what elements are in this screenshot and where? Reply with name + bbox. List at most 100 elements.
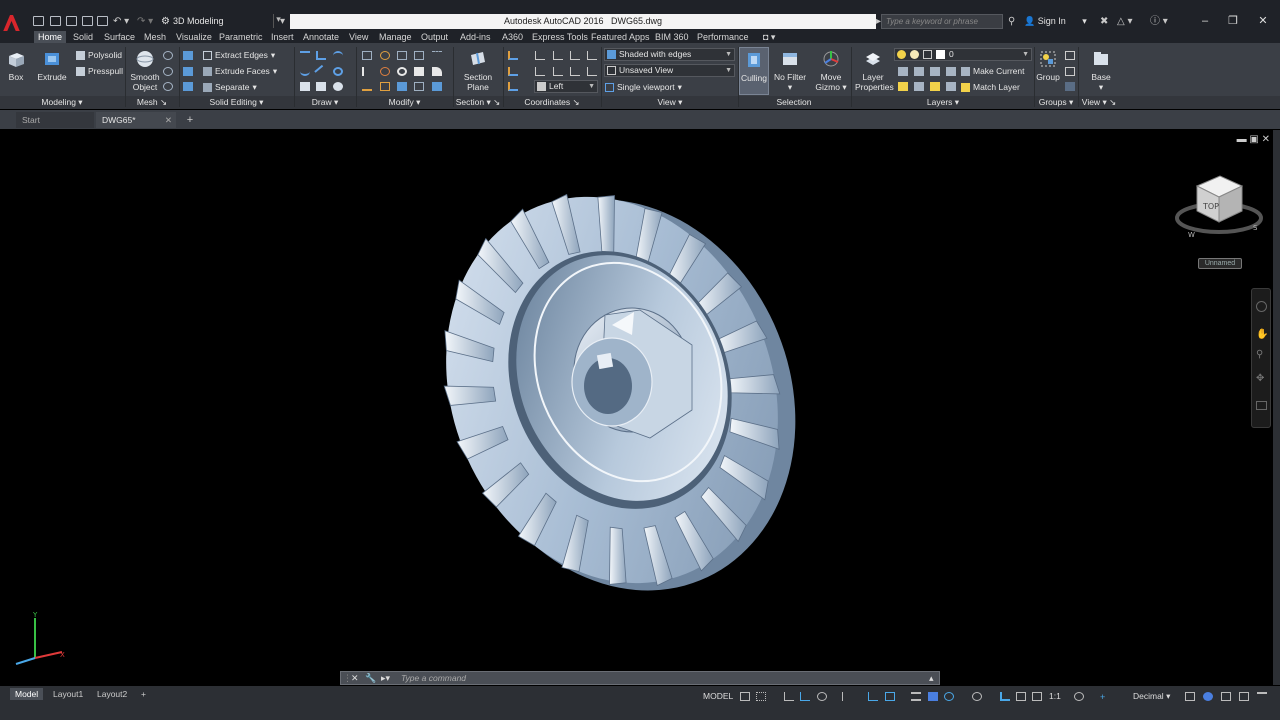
- hardware-acceleration-icon[interactable]: [1221, 692, 1231, 701]
- ucs-icon[interactable]: [553, 51, 563, 60]
- separate-button[interactable]: Separate ▾: [203, 80, 257, 94]
- add-layout-button[interactable]: +: [136, 688, 151, 700]
- group-edit-icon[interactable]: [1065, 67, 1075, 76]
- infer-constraints-icon[interactable]: [784, 692, 794, 701]
- viewcube[interactable]: TOP W S: [1175, 175, 1263, 239]
- rectangle-icon[interactable]: [316, 82, 326, 91]
- file-tab-active[interactable]: DWG65* ✕: [96, 112, 176, 128]
- subtract-icon[interactable]: [183, 67, 193, 76]
- redo-icon[interactable]: ↷ ▾: [137, 14, 153, 29]
- move-icon[interactable]: [362, 51, 372, 60]
- layer-tool-icon[interactable]: [930, 82, 940, 91]
- smooth-object-button[interactable]: Smooth Object: [127, 47, 163, 95]
- tab-solid[interactable]: Solid: [73, 31, 93, 43]
- open-file-icon[interactable]: [50, 16, 61, 26]
- array-icon[interactable]: [432, 51, 442, 60]
- ucs-icon[interactable]: [508, 67, 518, 76]
- circle-icon[interactable]: [333, 67, 343, 76]
- layout-tab-layout1[interactable]: Layout1: [48, 688, 88, 700]
- model-canvas[interactable]: Y X TOP W S: [0, 130, 1273, 685]
- group-button[interactable]: Group: [1033, 47, 1063, 95]
- panel-layers-label[interactable]: Layers ▾: [853, 97, 1033, 108]
- drawing-viewport[interactable]: Y X TOP W S: [0, 130, 1273, 685]
- tab-output[interactable]: Output: [421, 31, 448, 43]
- minimize-icon[interactable]: ▬: [1237, 134, 1247, 145]
- layer-combo[interactable]: 0 ▼: [894, 48, 1032, 61]
- viewcube-named-view[interactable]: Unnamed: [1198, 258, 1242, 269]
- selection-cycling-icon[interactable]: [944, 692, 954, 701]
- panel-modeling-label[interactable]: Modeling ▾: [0, 97, 124, 108]
- grid-icon[interactable]: [740, 692, 750, 701]
- intersect-icon[interactable]: [183, 82, 193, 91]
- extract-edges-button[interactable]: Extract Edges ▾: [203, 48, 275, 62]
- copy-icon[interactable]: [380, 82, 390, 91]
- close-icon[interactable]: ✕: [351, 672, 359, 684]
- ucs-icon[interactable]: [570, 51, 580, 60]
- annotation-visibility-icon[interactable]: [1032, 692, 1042, 701]
- tab-view[interactable]: View: [349, 31, 368, 43]
- ribbon-minimize-icon[interactable]: ◘ ▾: [763, 31, 775, 43]
- layer-tool-icon[interactable]: [930, 67, 940, 76]
- exchange-apps-icon[interactable]: ✖: [1100, 14, 1108, 29]
- wrench-icon[interactable]: 🔧: [365, 672, 376, 684]
- object-snap-icon[interactable]: [885, 692, 895, 701]
- polygon-icon[interactable]: [300, 82, 310, 91]
- polysolid-button[interactable]: Polysolid: [76, 48, 122, 62]
- tab-featured-apps[interactable]: Featured Apps: [591, 31, 650, 43]
- tab-home[interactable]: Home: [34, 31, 67, 43]
- polar-tracking-icon[interactable]: [817, 692, 827, 701]
- annotation-scale-icon[interactable]: [1016, 692, 1026, 701]
- flywheel-model[interactable]: [389, 146, 852, 642]
- panel-groups-label[interactable]: Groups ▾: [1035, 97, 1077, 108]
- model-space-toggle[interactable]: MODEL: [703, 690, 733, 703]
- viewport-window-controls[interactable]: ▬ ▣ ✕: [1237, 134, 1270, 145]
- quick-properties-icon[interactable]: [1185, 692, 1195, 701]
- visual-style-combo[interactable]: Shaded with edges ▼: [604, 48, 735, 61]
- array-icon[interactable]: [432, 82, 442, 91]
- match-layer-button[interactable]: Match Layer: [961, 80, 1020, 94]
- clean-screen-icon[interactable]: [1239, 692, 1249, 701]
- layer-tool-icon[interactable]: [914, 67, 924, 76]
- new-tab-button[interactable]: +: [182, 112, 198, 128]
- panel-view2-label[interactable]: View ▾ ↘: [1079, 97, 1119, 108]
- print-icon[interactable]: [97, 16, 108, 26]
- mesh-icon[interactable]: [163, 51, 173, 60]
- mesh-icon[interactable]: [163, 82, 173, 91]
- ortho-icon[interactable]: [800, 692, 810, 701]
- navigation-bar[interactable]: ✋ ⚲ ✥: [1251, 288, 1271, 428]
- isolate-objects-icon[interactable]: [1203, 692, 1213, 701]
- panel-solid-editing-label[interactable]: Solid Editing ▾: [180, 97, 293, 108]
- close-icon[interactable]: ✕: [165, 112, 172, 128]
- ucs-icon[interactable]: [535, 67, 545, 76]
- ucs-icon[interactable]: [508, 82, 518, 91]
- save-icon[interactable]: [66, 16, 77, 26]
- extrude-button[interactable]: Extrude: [34, 47, 70, 95]
- layer-properties-button[interactable]: Layer Properties: [855, 47, 894, 95]
- stretch-icon[interactable]: [362, 82, 372, 91]
- command-input[interactable]: Type a command: [401, 672, 921, 684]
- align-icon[interactable]: [414, 82, 424, 91]
- ucs-icon[interactable]: [508, 51, 518, 60]
- ucs-view-combo[interactable]: Left ▼: [534, 80, 598, 93]
- explode-icon[interactable]: [397, 82, 407, 91]
- save-as-icon[interactable]: [82, 16, 93, 26]
- arc-icon[interactable]: [333, 51, 343, 60]
- tab-parametric[interactable]: Parametric: [219, 31, 263, 43]
- named-view-combo[interactable]: Unsaved View ▼: [604, 64, 735, 77]
- dynamic-ucs-icon[interactable]: [1000, 692, 1010, 701]
- polyline-icon[interactable]: [316, 51, 326, 60]
- tab-surface[interactable]: Surface: [104, 31, 135, 43]
- move-gizmo-button[interactable]: Move Gizmo ▾: [813, 47, 849, 95]
- fillet-icon[interactable]: [414, 67, 424, 76]
- units-selector[interactable]: Decimal ▾: [1133, 690, 1170, 703]
- tab-insert[interactable]: Insert: [271, 31, 294, 43]
- command-line[interactable]: ⋮ ✕ 🔧 ▸▾ Type a command ▴: [340, 671, 940, 685]
- tab-mesh[interactable]: Mesh: [144, 31, 166, 43]
- make-current-button[interactable]: Make Current: [961, 64, 1025, 78]
- maximize-button[interactable]: ❐: [1218, 13, 1248, 29]
- chevron-up-icon[interactable]: ▴: [929, 672, 934, 684]
- layer-tool-icon[interactable]: [946, 67, 956, 76]
- customize-quick-access-icon[interactable]: ▾: [280, 14, 285, 29]
- annotation-scale[interactable]: 1:1: [1049, 690, 1061, 703]
- viewport-config-button[interactable]: Single viewport ▾: [605, 80, 682, 94]
